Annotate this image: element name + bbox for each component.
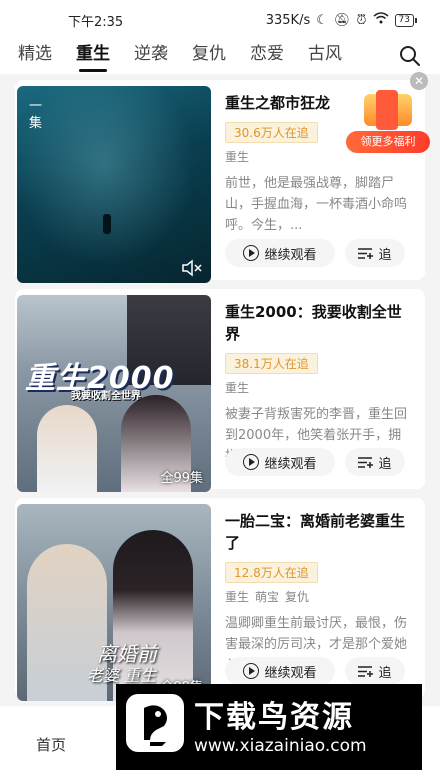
follow-label: 追 xyxy=(378,456,392,472)
continue-watching-label: 继续观看 xyxy=(264,247,317,263)
tag: 复仇 xyxy=(285,590,310,604)
alarm-icon: ⏰︎ xyxy=(356,12,367,28)
play-icon xyxy=(243,454,260,470)
views-badge: 38.1万人在追 xyxy=(225,353,318,374)
tab-jingxuan[interactable]: 精选 xyxy=(18,40,52,74)
moon-icon: ☾ xyxy=(316,12,328,28)
continue-watching-button[interactable]: 继续观看 xyxy=(225,657,335,685)
status-time: 下午2:35 xyxy=(68,14,124,30)
drama-poster[interactable]: 重生2000 我要收割全世界 全99集 xyxy=(17,295,211,492)
poster-episode-label: 一 集 xyxy=(29,99,43,131)
follow-button[interactable]: 追 xyxy=(345,657,405,685)
continue-watching-button[interactable]: 继续观看 xyxy=(225,448,335,476)
tag: 重生 xyxy=(225,590,250,604)
drama-tags: 重生 萌宝 复仇 xyxy=(225,588,413,605)
drama-title[interactable]: 重生2000：我要收割全世界 xyxy=(225,301,413,345)
mute-bell-icon: 🔕︎ xyxy=(333,12,351,28)
drama-card[interactable]: 重生2000 我要收割全世界 全99集 重生2000：我要收割全世界 38.1万… xyxy=(15,289,425,492)
tag: 重生 xyxy=(225,381,250,395)
watermark-banner: 下载鸟资源 www.xiazainiao.com xyxy=(116,684,422,770)
watermark-title: 下载鸟资源 xyxy=(194,700,354,735)
nav-home[interactable]: 首页 xyxy=(36,734,66,755)
views-badge: 30.6万人在追 xyxy=(225,122,318,143)
follow-label: 追 xyxy=(378,665,392,681)
add-list-icon xyxy=(358,665,374,677)
views-badge: 12.8万人在追 xyxy=(225,562,318,583)
tab-fuchou[interactable]: 复仇 xyxy=(192,40,226,74)
follow-label: 追 xyxy=(378,247,392,263)
drama-title[interactable]: 一胎二宝：离婚前老婆重生了 xyxy=(225,510,413,554)
tab-lianai[interactable]: 恋爱 xyxy=(250,40,284,74)
drama-card[interactable]: 离婚前 老婆 重生 全99集 一胎二宝：离婚前老婆重生了 12.8万人在追 重生… xyxy=(15,498,425,701)
tag: 重生 xyxy=(225,150,250,164)
category-tabs: 精选 重生 逆袭 复仇 恋爱 古风 xyxy=(0,40,440,74)
tab-nixi[interactable]: 逆袭 xyxy=(134,40,168,74)
play-icon xyxy=(243,245,260,261)
continue-watching-label: 继续观看 xyxy=(264,665,317,681)
close-icon[interactable]: ✕ xyxy=(410,72,428,90)
tag: 萌宝 xyxy=(255,590,280,604)
promo-label[interactable]: 领更多福利 xyxy=(346,131,430,153)
drama-poster[interactable]: 离婚前 老婆 重生 全99集 xyxy=(17,504,211,701)
battery-icon: 73 xyxy=(394,13,418,27)
promo-widget[interactable]: ✕ 领更多福利 xyxy=(346,72,430,156)
status-bar: 下午2:35 335K/s ☾ 🔕︎ ⏰︎ 73 xyxy=(0,0,440,40)
mute-icon[interactable] xyxy=(181,259,203,277)
drama-info: 一胎二宝：离婚前老婆重生了 12.8万人在追 重生 萌宝 复仇 温卿卿重生前最讨厌，… xyxy=(225,510,413,676)
drama-description: 前世，他是最强战尊，脚踏尸山，手握血海，一杯毒酒小命呜呼。今生，... xyxy=(225,176,408,233)
drama-poster[interactable]: 一 集 xyxy=(17,86,211,283)
tab-gufeng[interactable]: 古风 xyxy=(308,40,342,74)
search-icon[interactable] xyxy=(398,44,422,68)
follow-button[interactable]: 追 xyxy=(345,448,405,476)
drama-tags: 重生 xyxy=(225,379,413,396)
poster-episode-label: 全99集 xyxy=(160,471,203,486)
follow-button[interactable]: 追 xyxy=(345,239,405,267)
add-list-icon xyxy=(358,456,374,468)
continue-watching-button[interactable]: 继续观看 xyxy=(225,239,335,267)
bird-logo-icon xyxy=(126,694,184,752)
wifi-icon xyxy=(373,12,389,28)
status-icons: 335K/s ☾ 🔕︎ ⏰︎ 73 xyxy=(265,12,418,28)
play-icon xyxy=(243,663,260,679)
tab-chongsheng[interactable]: 重生 xyxy=(76,40,110,74)
drama-info: 重生2000：我要收割全世界 38.1万人在追 重生 被妻子背叛害死的李晋，重生… xyxy=(225,301,413,467)
watermark-url: www.xiazainiao.com xyxy=(194,736,367,756)
continue-watching-label: 继续观看 xyxy=(264,456,317,472)
add-list-icon xyxy=(358,247,374,259)
network-speed: 335K/s xyxy=(265,12,311,28)
gift-ribbon xyxy=(376,90,398,130)
